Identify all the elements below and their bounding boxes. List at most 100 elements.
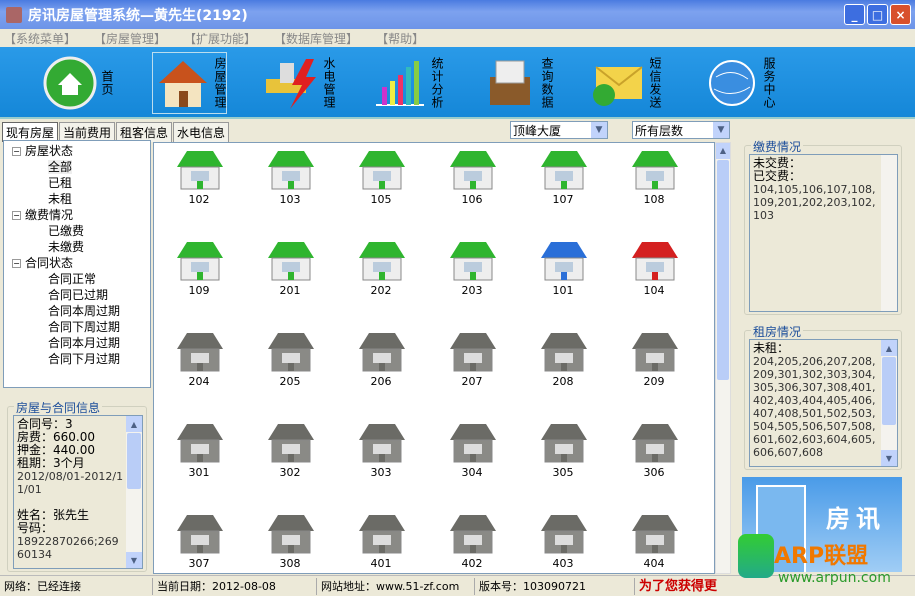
house-icon <box>359 333 405 372</box>
room-208[interactable]: 208 <box>518 329 608 388</box>
scroll-thumb[interactable] <box>717 160 729 380</box>
room-307[interactable]: 307 <box>154 511 244 570</box>
collapse-icon[interactable]: − <box>12 147 21 156</box>
room-201[interactable]: 201 <box>245 238 335 297</box>
menu-house[interactable]: 【房屋管理】 <box>94 30 166 47</box>
phone-label: 号码： <box>17 521 54 535</box>
room-305[interactable]: 305 <box>518 420 608 479</box>
room-207[interactable]: 207 <box>427 329 517 388</box>
tree-node-payment[interactable]: − 缴费情况 <box>4 207 150 223</box>
group-title: 缴费情况 <box>751 138 804 155</box>
tree-item-unrented[interactable]: 未租 <box>4 191 150 207</box>
watermark-logo: ARP联盟 <box>774 544 869 569</box>
tree-label: 缴费情况 <box>25 208 74 222</box>
room-209[interactable]: 209 <box>609 329 699 388</box>
tree-item-rented[interactable]: 已租 <box>4 175 150 191</box>
tree-item-all[interactable]: 全部 <box>4 159 150 175</box>
toolbar-button-5[interactable]: 短信发送 <box>588 52 662 114</box>
floor-select[interactable]: 所有层数 ▼ <box>632 121 730 139</box>
room-101[interactable]: 101 <box>518 238 608 297</box>
toolbar-button-0[interactable]: 首页 <box>40 52 114 114</box>
room-number: 101 <box>552 284 574 297</box>
tab-fees[interactable]: 当前费用 <box>59 122 116 142</box>
room-403[interactable]: 403 <box>518 511 608 570</box>
room-401[interactable]: 401 <box>336 511 426 570</box>
toolbar-button-2[interactable]: 水电管理 <box>262 52 336 114</box>
house-icon <box>450 333 496 372</box>
scroll-up-icon[interactable]: ▲ <box>126 416 142 432</box>
room-107[interactable]: 107 <box>518 147 608 206</box>
scrollbar[interactable] <box>881 155 897 311</box>
tree-item-paid[interactable]: 已缴费 <box>4 223 150 239</box>
room-205[interactable]: 205 <box>245 329 335 388</box>
toolbar-button-3[interactable]: 统计分析 <box>370 52 444 114</box>
tree-item-unpaid[interactable]: 未缴费 <box>4 239 150 255</box>
tab-houses[interactable]: 现有房屋 <box>2 122 59 142</box>
tree-item-expire-this-week[interactable]: 合同本周过期 <box>4 303 150 319</box>
tree-node-contract[interactable]: − 合同状态 <box>4 255 150 271</box>
tree-item-expire-next-month[interactable]: 合同下月过期 <box>4 351 150 367</box>
tree-label: 合同状态 <box>25 256 74 270</box>
notice: 为了您获得更 <box>639 578 718 594</box>
menu-system[interactable]: 【系统菜单】 <box>4 30 76 47</box>
minimize-button[interactable]: _ <box>844 4 865 25</box>
maximize-button[interactable]: □ <box>867 4 888 25</box>
room-106[interactable]: 106 <box>427 147 517 206</box>
scroll-up-icon[interactable]: ▲ <box>881 340 897 356</box>
room-104[interactable]: 104 <box>609 238 699 297</box>
room-grid-scrollbar[interactable]: ▲ <box>715 142 731 574</box>
room-404[interactable]: 404 <box>609 511 699 570</box>
room-108[interactable]: 108 <box>609 147 699 206</box>
tree-item-contract-normal[interactable]: 合同正常 <box>4 271 150 287</box>
rental-text[interactable]: 未租： 204,205,206,207,208,209,301,302,303,… <box>749 339 898 467</box>
room-202[interactable]: 202 <box>336 238 426 297</box>
room-102[interactable]: 102 <box>154 147 244 206</box>
room-109[interactable]: 109 <box>154 238 244 297</box>
contract-info-group: 房屋与合同信息 合同号：3 房费：660.00 押金：440.00 租期：3个月… <box>7 399 147 572</box>
scrollbar[interactable]: ▲ ▼ <box>126 416 142 568</box>
scrollbar[interactable]: ▲ ▼ <box>881 340 897 466</box>
phone-number: 18922870266;26960134 <box>17 535 119 561</box>
house-icon <box>541 333 587 372</box>
menu-help[interactable]: 【帮助】 <box>376 30 424 47</box>
collapse-icon[interactable]: − <box>12 211 21 220</box>
tree-node-house-status[interactable]: − 房屋状态 <box>4 143 150 159</box>
room-number: 109 <box>188 284 210 297</box>
room-301[interactable]: 301 <box>154 420 244 479</box>
room-304[interactable]: 304 <box>427 420 517 479</box>
room-308[interactable]: 308 <box>245 511 335 570</box>
house-icon <box>632 242 678 281</box>
scroll-up-icon[interactable]: ▲ <box>716 143 730 159</box>
building-select[interactable]: 顶峰大厦 ▼ <box>510 121 608 139</box>
room-206[interactable]: 206 <box>336 329 426 388</box>
payment-text[interactable]: 未交费： 已交费： 104,105,106,107,108,109,201,20… <box>749 154 898 312</box>
room-302[interactable]: 302 <box>245 420 335 479</box>
tree-item-expire-this-month[interactable]: 合同本月过期 <box>4 335 150 351</box>
chart-icon <box>370 56 430 111</box>
scroll-down-icon[interactable]: ▼ <box>126 552 142 568</box>
tree-item-expire-next-week[interactable]: 合同下周过期 <box>4 319 150 335</box>
room-303[interactable]: 303 <box>336 420 426 479</box>
title-bar: 房讯房屋管理系统—黄先生(2192) _ □ × <box>0 0 915 29</box>
close-button[interactable]: × <box>890 4 911 25</box>
home-icon <box>40 56 100 111</box>
room-204[interactable]: 204 <box>154 329 244 388</box>
room-103[interactable]: 103 <box>245 147 335 206</box>
room-402[interactable]: 402 <box>427 511 517 570</box>
toolbar-button-6[interactable]: 服务中心 <box>702 52 776 114</box>
collapse-icon[interactable]: − <box>12 259 21 268</box>
tab-utilities[interactable]: 水电信息 <box>173 122 230 142</box>
room-203[interactable]: 203 <box>427 238 517 297</box>
tab-tenants[interactable]: 租客信息 <box>116 122 173 142</box>
toolbar-button-1[interactable]: 房屋管理 <box>152 52 227 114</box>
toolbar-button-4[interactable]: 查询数据 <box>480 52 554 114</box>
banner-text: 房讯 <box>826 505 886 533</box>
menu-database[interactable]: 【数据库管理】 <box>274 30 358 47</box>
room-105[interactable]: 105 <box>336 147 426 206</box>
room-306[interactable]: 306 <box>609 420 699 479</box>
house-icon <box>632 424 678 463</box>
tree-item-contract-expired[interactable]: 合同已过期 <box>4 287 150 303</box>
scroll-down-icon[interactable]: ▼ <box>881 450 897 466</box>
contract-info-text[interactable]: 合同号：3 房费：660.00 押金：440.00 租期：3个月 2012/08… <box>13 415 143 569</box>
menu-extend[interactable]: 【扩展功能】 <box>184 30 256 47</box>
